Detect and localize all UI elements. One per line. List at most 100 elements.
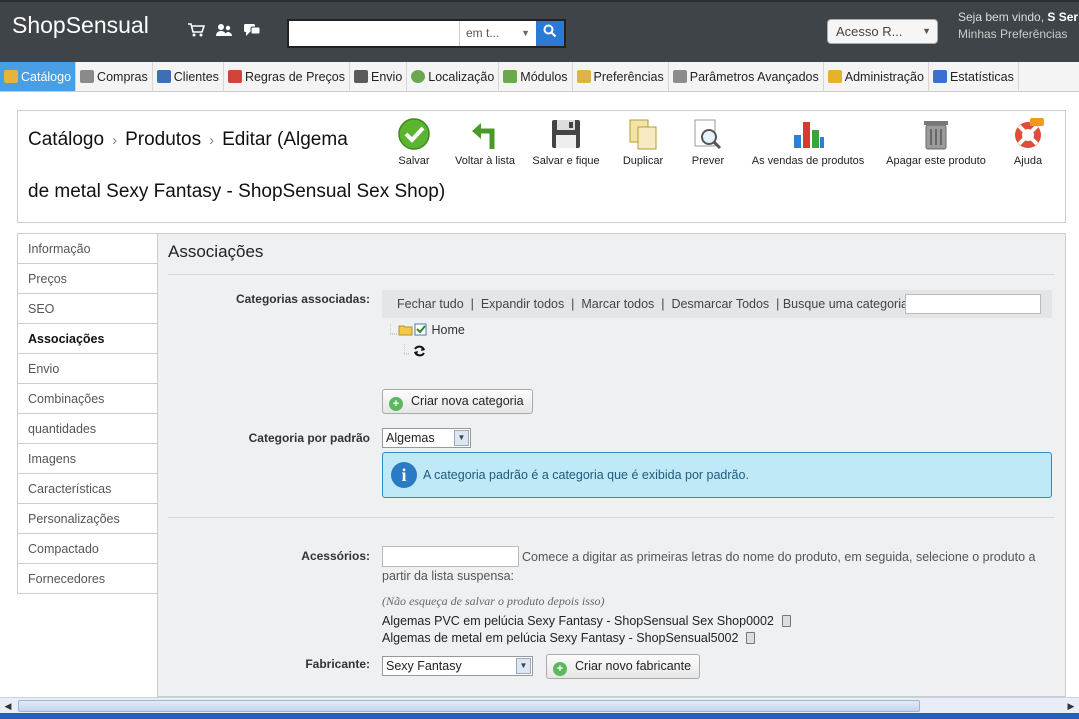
menu-item-quantidades[interactable]: quantidades xyxy=(18,414,157,444)
chevron-down-icon: ▼ xyxy=(521,28,530,38)
scrollbar-thumb[interactable] xyxy=(18,700,920,712)
tab-clientes[interactable]: Clientes xyxy=(153,62,224,91)
tree-loading-icon xyxy=(403,344,428,361)
manufacturer-select[interactable]: Sexy Fantasy ▼ xyxy=(382,656,533,676)
chevron-right-icon: › xyxy=(112,132,118,149)
welcome-user: S Ser xyxy=(1047,10,1079,24)
chevron-down-icon: ▼ xyxy=(516,658,531,674)
tab-label: Módulos xyxy=(520,70,568,84)
globe-icon xyxy=(411,70,426,83)
delete-product-button[interactable]: Apagar este produto xyxy=(884,117,988,167)
associations-panel: Associações Categorias associadas: Fecha… xyxy=(157,233,1066,697)
bar-chart-icon xyxy=(932,70,947,83)
menu-item-combinacoes[interactable]: Combinações xyxy=(18,384,157,414)
back-to-list-button[interactable]: Voltar à lista xyxy=(452,117,518,167)
product-sales-button[interactable]: As vendas de produtos xyxy=(748,117,868,167)
menu-item-fornecedores[interactable]: Fornecedores xyxy=(18,564,157,594)
create-category-label: Criar nova categoria xyxy=(411,394,524,408)
product-tabs-menu: Informação Preços SEO Associações Envio … xyxy=(17,233,158,594)
quick-access-select[interactable]: Acesso R... ▼ xyxy=(827,19,938,44)
folder-open-icon xyxy=(389,323,427,336)
tab-envio[interactable]: Envio xyxy=(350,62,408,91)
chevron-down-icon: ▼ xyxy=(454,430,469,446)
manufacturer-label: Fabricante: xyxy=(305,657,370,671)
preview-magnifier-icon xyxy=(694,119,722,150)
breadcrumb-current: Editar (Algema xyxy=(222,129,348,150)
duplicate-icon xyxy=(629,119,657,150)
search-button[interactable] xyxy=(536,21,564,46)
tab-administracao[interactable]: Administração xyxy=(824,62,929,91)
customers-icon[interactable] xyxy=(214,22,234,40)
category-search-input[interactable] xyxy=(905,294,1041,314)
messages-icon[interactable] xyxy=(242,22,262,40)
main-nav-tabs: Catálogo Compras Clientes Regras de Preços E… xyxy=(0,62,1079,92)
tab-localizacao[interactable]: Localização xyxy=(407,62,500,91)
menu-item-associacoes[interactable]: Associações xyxy=(18,324,158,354)
menu-item-envio[interactable]: Envio xyxy=(18,354,157,384)
tab-estatisticas[interactable]: Estatísticas xyxy=(929,62,1019,91)
menu-item-imagens[interactable]: Imagens xyxy=(18,444,157,474)
delete-accessory-icon[interactable] xyxy=(746,632,756,644)
menu-item-compactado[interactable]: Compactado xyxy=(18,534,157,564)
tab-preferencias[interactable]: Preferências xyxy=(573,62,669,91)
category-tree-toolbar: Fechar tudo | Expandir todos | Marcar to… xyxy=(382,290,1052,318)
info-alert: i A categoria padrão é a categoria que é… xyxy=(382,452,1052,498)
tab-regras-de-precos[interactable]: Regras de Preços xyxy=(224,62,350,91)
search-scope-select[interactable]: em t... ▼ xyxy=(459,21,536,46)
breadcrumb-produtos[interactable]: Produtos xyxy=(125,129,201,150)
menu-item-precos[interactable]: Preços xyxy=(18,264,157,294)
tab-catalogo[interactable]: Catálogo xyxy=(0,62,77,91)
accessory-item-label: Algemas PVC em pelúcia Sexy Fantasy - Sh… xyxy=(382,614,774,628)
cart-icon[interactable] xyxy=(186,22,206,40)
sales-label: As vendas de produtos xyxy=(751,155,865,167)
scroll-left-icon[interactable]: ◀ xyxy=(0,698,16,714)
help-button[interactable]: Ajuda xyxy=(1008,117,1048,167)
back-label: Voltar à lista xyxy=(455,155,515,167)
tab-label: Administração xyxy=(844,70,924,84)
horizontal-scrollbar[interactable]: ◀ ▶ xyxy=(0,697,1079,713)
top-bar: ShopSensual em t... ▼ Acesso R... ▼ Seja… xyxy=(0,0,1079,62)
create-manufacturer-label: Criar novo fabricante xyxy=(575,659,692,673)
preferences-icon xyxy=(576,70,591,83)
price-rules-icon xyxy=(227,70,242,83)
tab-modulos[interactable]: Módulos xyxy=(499,62,573,91)
info-icon: i xyxy=(391,462,417,488)
accessories-input[interactable] xyxy=(382,546,519,567)
accessories-note: (Não esqueça de salvar o produto depois … xyxy=(382,594,605,608)
tab-parametros-avancados[interactable]: Parâmetros Avançados xyxy=(669,62,824,91)
breadcrumb-catalogo[interactable]: Catálogo xyxy=(28,129,104,150)
create-manufacturer-button[interactable]: + Criar novo fabricante xyxy=(546,654,701,679)
shop-logo[interactable]: ShopSensual xyxy=(12,12,149,39)
default-category-value: Algemas xyxy=(386,431,435,445)
menu-item-seo[interactable]: SEO xyxy=(18,294,157,324)
user-icon xyxy=(156,70,171,83)
delete-accessory-icon[interactable] xyxy=(781,615,791,627)
save-button[interactable]: Salvar xyxy=(394,117,434,167)
tree-toolbar-links[interactable]: Fechar tudo | Expandir todos | Marcar to… xyxy=(397,297,911,311)
menu-item-personalizacoes[interactable]: Personalizações xyxy=(18,504,157,534)
back-arrow-icon xyxy=(472,123,495,149)
duplicate-button[interactable]: Duplicar xyxy=(620,117,666,167)
divider xyxy=(168,274,1055,275)
create-category-button[interactable]: + Criar nova categoria xyxy=(382,389,533,414)
welcome-prefix: Seja bem vindo, xyxy=(958,10,1045,24)
search-input[interactable] xyxy=(289,21,459,46)
tab-label: Estatísticas xyxy=(949,70,1014,84)
info-text: A categoria padrão é a categoria que é e… xyxy=(423,468,749,482)
accessory-item: Algemas PVC em pelúcia Sexy Fantasy - Sh… xyxy=(382,614,791,628)
chevron-right-icon: › xyxy=(209,132,215,149)
tab-label: Compras xyxy=(97,70,148,84)
divider xyxy=(168,517,1055,518)
scroll-right-icon[interactable]: ▶ xyxy=(1063,698,1079,714)
preview-label: Prever xyxy=(691,155,725,167)
default-category-select[interactable]: Algemas ▼ xyxy=(382,428,471,448)
menu-item-caracteristicas[interactable]: Características xyxy=(18,474,157,504)
search-scope-label: em t... xyxy=(466,26,500,40)
save-and-stay-button[interactable]: Salvar e fique xyxy=(530,117,602,167)
tree-node-home[interactable]: Home xyxy=(389,322,465,337)
preview-button[interactable]: Prever xyxy=(688,117,728,167)
tab-compras[interactable]: Compras xyxy=(76,62,153,91)
chevron-down-icon: ▼ xyxy=(922,26,931,36)
my-preferences-link[interactable]: Minhas Preferências xyxy=(958,27,1067,41)
menu-item-informacao[interactable]: Informação xyxy=(18,234,157,264)
